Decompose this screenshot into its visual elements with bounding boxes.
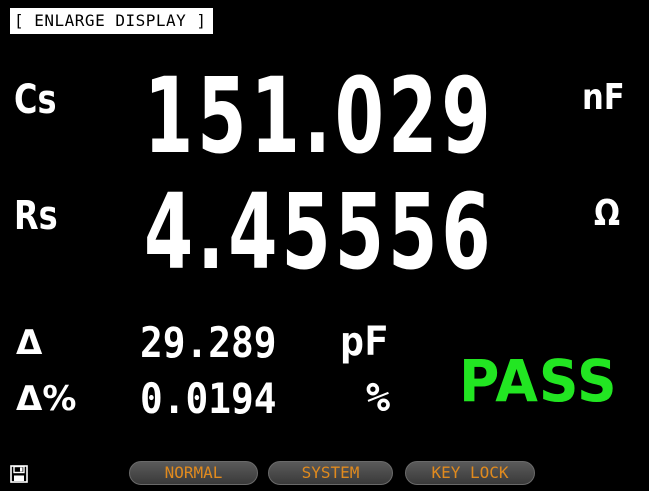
pass-indicator: PASS xyxy=(459,347,618,415)
secondary-unit: Ω xyxy=(594,193,621,234)
secondary-param-name: Rs xyxy=(14,193,58,239)
delta-percent-label: Δ% xyxy=(16,379,77,419)
delta-unit: pF xyxy=(340,319,389,365)
primary-value: 151.029 xyxy=(144,55,495,177)
delta-label: Δ xyxy=(16,323,43,363)
delta-percent-unit: % xyxy=(366,375,391,421)
lcr-meter-screen: [ ENLARGE DISPLAY ] Cs 151.029 nF Rs 4.4… xyxy=(0,0,649,491)
softkey-normal[interactable]: NORMAL xyxy=(129,461,258,485)
display-mode-title: [ ENLARGE DISPLAY ] xyxy=(10,8,213,34)
delta-value: 29.289 xyxy=(140,318,277,367)
secondary-value: 4.45556 xyxy=(144,171,495,293)
primary-param-name: Cs xyxy=(14,77,57,123)
floppy-disk-icon xyxy=(10,465,28,483)
softkey-system[interactable]: SYSTEM xyxy=(268,461,393,485)
softkey-key-lock[interactable]: KEY LOCK xyxy=(405,461,535,485)
delta-percent-value: 0.0194 xyxy=(140,374,277,423)
primary-unit: nF xyxy=(582,77,625,118)
